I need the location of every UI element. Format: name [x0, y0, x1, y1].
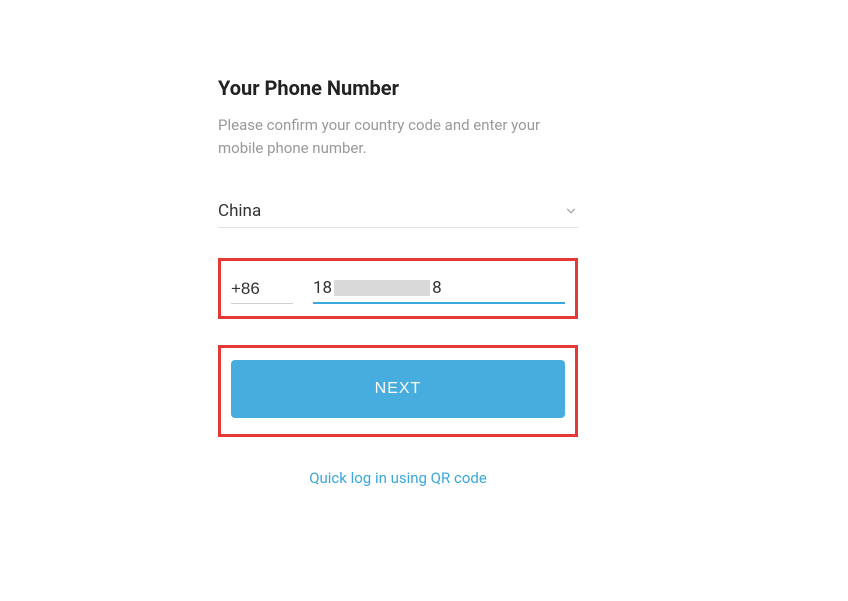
- phone-number-redacted: [334, 280, 430, 296]
- phone-number-prefix: 18: [313, 278, 332, 298]
- phone-number-field[interactable]: 18 8: [313, 278, 565, 304]
- phone-number-suffix: 8: [432, 278, 442, 298]
- country-code-field[interactable]: [231, 275, 293, 304]
- phone-input-highlight: 18 8: [218, 258, 578, 319]
- next-button-highlight: NEXT: [218, 345, 578, 437]
- phone-input-row: 18 8: [231, 275, 565, 304]
- login-panel: Your Phone Number Please confirm your co…: [218, 76, 578, 487]
- chevron-down-icon: [564, 204, 578, 218]
- country-selector[interactable]: China: [218, 201, 578, 228]
- country-selected-label: China: [218, 201, 261, 221]
- next-button[interactable]: NEXT: [231, 360, 565, 418]
- qr-login-link[interactable]: Quick log in using QR code: [218, 469, 578, 487]
- page-subtitle: Please confirm your country code and ent…: [218, 114, 578, 159]
- page-title: Your Phone Number: [218, 76, 578, 100]
